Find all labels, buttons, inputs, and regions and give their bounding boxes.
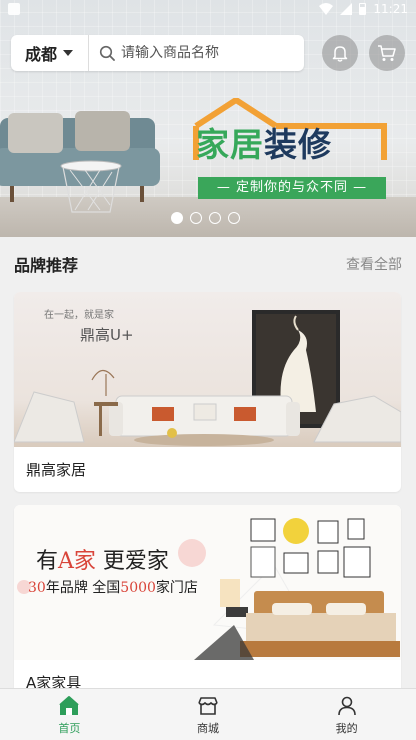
brand-name: 鼎高家居 <box>26 461 87 479</box>
living-room-illustration <box>14 310 401 446</box>
caret-down-icon <box>63 50 74 56</box>
user-icon <box>337 696 356 716</box>
view-all-link[interactable]: 查看全部 <box>346 254 402 274</box>
carousel-dot[interactable] <box>171 212 183 224</box>
ad-headline: 有A家 更爱家 <box>36 549 169 574</box>
top-bar: 成都 <box>11 35 405 71</box>
ad-subline: 30年品牌 全国5000家门店 <box>28 580 198 596</box>
search-input[interactable] <box>121 45 304 61</box>
brand-ad-image: 在一起，就是家 鼎高U+ <box>14 292 401 447</box>
banner-slogan: — 定制你的与众不同 — <box>198 177 386 199</box>
carousel-dot[interactable] <box>209 212 221 224</box>
signal-icon <box>340 3 353 15</box>
carousel-indicators <box>171 212 240 224</box>
battery-icon <box>359 3 367 15</box>
city-selector[interactable]: 成都 <box>11 35 89 71</box>
wifi-icon <box>319 3 334 15</box>
bell-icon <box>332 46 348 62</box>
nav-home[interactable]: 首页 <box>29 689 109 740</box>
notification-icon <box>8 3 20 15</box>
bottom-navigation: 首页 商城 我的 <box>0 688 416 740</box>
brand-ad-image: 有A家 更爱家 30年品牌 全国5000家门店 <box>14 505 401 660</box>
nav-label: 我的 <box>335 722 358 735</box>
brand-card[interactable]: 有A家 更爱家 30年品牌 全国5000家门店 A家家具 <box>14 505 401 705</box>
brand-card[interactable]: 在一起，就是家 鼎高U+ 鼎高家居 <box>14 292 401 492</box>
side-table-image <box>60 160 122 213</box>
cart-icon <box>378 45 396 61</box>
nav-label: 商城 <box>196 722 219 735</box>
cart-button[interactable] <box>369 35 405 71</box>
section-title: 品牌推荐 <box>14 256 79 275</box>
home-icon <box>59 696 79 715</box>
search-icon <box>99 45 115 61</box>
notification-button[interactable] <box>322 35 358 71</box>
carousel-dot[interactable] <box>228 212 240 224</box>
nav-label: 首页 <box>58 722 81 735</box>
banner-logo-text: 家居装修 <box>196 125 332 164</box>
nav-profile[interactable]: 我的 <box>307 689 387 740</box>
status-bar: 11:21 <box>0 0 416 20</box>
store-icon <box>198 697 218 715</box>
city-label: 成都 <box>25 45 58 64</box>
nav-store[interactable]: 商城 <box>168 689 248 740</box>
status-time: 11:21 <box>373 2 408 16</box>
search-box: 成都 <box>11 35 304 71</box>
carousel-dot[interactable] <box>190 212 202 224</box>
brand-section-header: 品牌推荐 查看全部 <box>14 247 402 281</box>
